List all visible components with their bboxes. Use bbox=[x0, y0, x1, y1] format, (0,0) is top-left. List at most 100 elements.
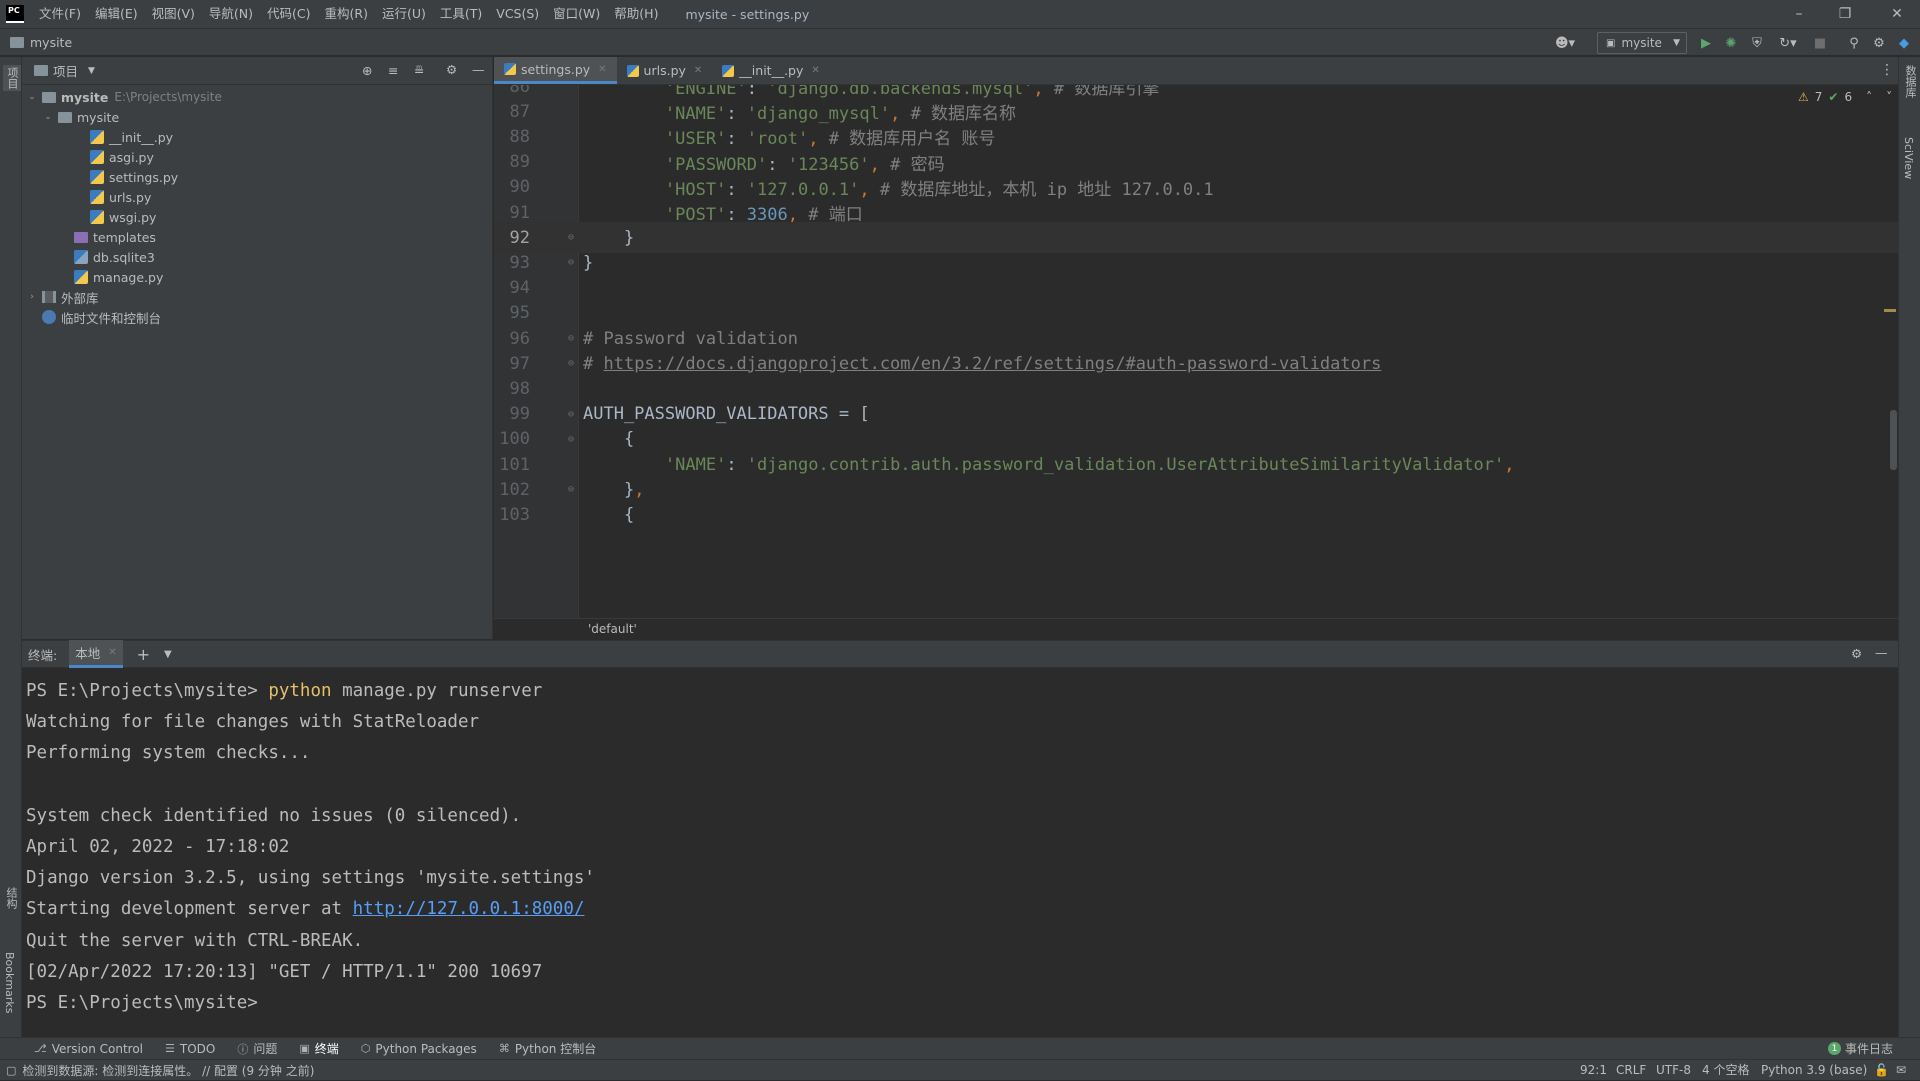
hide-icon[interactable]: — bbox=[1875, 645, 1888, 660]
menu-item[interactable]: 帮助(H) bbox=[607, 0, 665, 28]
python-interpreter[interactable]: Python 3.9 (base) bbox=[1761, 1060, 1867, 1081]
file-encoding[interactable]: UTF-8 bbox=[1656, 1060, 1691, 1081]
chevron-down-icon[interactable]: ▼ bbox=[164, 649, 172, 660]
profile-icon[interactable]: ↻▾ bbox=[1773, 34, 1803, 52]
tree-item[interactable]: settings.py bbox=[74, 167, 178, 187]
chevron-down-icon[interactable]: ▼ bbox=[88, 66, 95, 76]
warning-count: 7 bbox=[1814, 90, 1823, 104]
tool-window-button[interactable]: ⌘ Python 控制台 bbox=[499, 1040, 596, 1057]
previous-highlight-icon[interactable]: ˄ bbox=[1866, 90, 1872, 104]
fold-icon[interactable]: ⊖ bbox=[564, 484, 578, 495]
close-icon[interactable]: ✕ bbox=[108, 647, 116, 658]
close-icon[interactable]: ✕ bbox=[598, 64, 606, 75]
terminal-tab-local[interactable]: 本地 ✕ bbox=[69, 640, 123, 668]
gear-icon[interactable]: ⚙ bbox=[446, 62, 457, 77]
tool-window-button[interactable]: ⎇ Version Control bbox=[34, 1042, 143, 1056]
line-separator[interactable]: CRLF bbox=[1616, 1060, 1646, 1081]
tree-item[interactable]: ⌄ mysite bbox=[42, 107, 119, 127]
project-tool-button[interactable]: 项目 bbox=[3, 65, 21, 91]
locate-icon[interactable]: ⊕ bbox=[362, 63, 372, 78]
bookmarks-tool-button[interactable]: Bookmarks bbox=[3, 952, 16, 1013]
fold-icon[interactable]: ⊖ bbox=[564, 333, 578, 344]
tree-item[interactable]: templates bbox=[58, 227, 156, 247]
editor-breadcrumb[interactable]: 'default' bbox=[494, 618, 1898, 639]
inspection-widget[interactable]: ⚠ 7 ✔ 6 ˄ ˅ bbox=[1798, 90, 1892, 104]
user-icon[interactable]: ☻▾ bbox=[1551, 34, 1579, 52]
tool-window-button[interactable]: ⬡ Python Packages bbox=[361, 1042, 477, 1056]
menu-item[interactable]: 运行(U) bbox=[375, 0, 433, 28]
menu-item[interactable]: 导航(N) bbox=[202, 0, 260, 28]
search-icon[interactable]: ⚲ bbox=[1845, 34, 1863, 52]
layout-icon[interactable]: ▢ bbox=[6, 1064, 16, 1077]
url-link[interactable]: https://docs.djangoproject.com/en/3.2/re… bbox=[603, 354, 1381, 374]
menu-item[interactable]: 代码(C) bbox=[260, 0, 317, 28]
tree-item[interactable]: 临时文件和控制台 bbox=[26, 307, 161, 327]
tree-item[interactable]: wsgi.py bbox=[74, 207, 156, 227]
editor-scrollbar[interactable] bbox=[1890, 410, 1897, 470]
terminal-output[interactable]: PS E:\Projects\mysite> python manage.py … bbox=[22, 668, 1898, 1037]
fold-icon[interactable]: ⊖ bbox=[564, 358, 578, 369]
database-tool-button[interactable]: 数据库 bbox=[1902, 65, 1918, 98]
menu-item[interactable]: VCS(S) bbox=[489, 0, 546, 28]
tree-item[interactable]: __init__.py bbox=[74, 127, 173, 147]
python-config-icon: ▣ bbox=[1606, 37, 1616, 49]
tree-item[interactable]: db.sqlite3 bbox=[58, 247, 155, 267]
collapse-all-icon[interactable]: ≞ bbox=[414, 63, 424, 78]
editor-tab[interactable]: urls.py ✕ bbox=[617, 57, 713, 84]
close-icon[interactable]: ✕ bbox=[694, 65, 702, 76]
run-icon[interactable]: ▶ bbox=[1697, 34, 1715, 52]
tree-item[interactable]: manage.py bbox=[58, 267, 163, 287]
editor-tab[interactable]: settings.py ✕ bbox=[494, 57, 617, 84]
fold-icon[interactable]: ⊖ bbox=[564, 434, 578, 445]
menu-item[interactable]: 窗口(W) bbox=[546, 0, 607, 28]
menu-item[interactable]: 工具(T) bbox=[433, 0, 489, 28]
menu-item[interactable]: 文件(F) bbox=[32, 0, 88, 28]
gear-icon[interactable]: ⚙ bbox=[1851, 646, 1862, 661]
tree-item[interactable]: urls.py bbox=[74, 187, 151, 207]
tool-window-button[interactable]: ▣ 终端 bbox=[299, 1040, 338, 1057]
menu-item[interactable]: 视图(V) bbox=[145, 0, 202, 28]
debug-icon[interactable]: ✺ bbox=[1722, 34, 1740, 52]
stop-icon[interactable]: ■ bbox=[1811, 34, 1829, 52]
event-log-button[interactable]: 1 事件日志 bbox=[1828, 1040, 1893, 1057]
new-tab-icon[interactable]: + bbox=[137, 645, 150, 664]
more-tabs-icon[interactable]: ⋮ bbox=[1880, 62, 1894, 78]
gear-icon[interactable]: ⚙ bbox=[1870, 34, 1888, 52]
fold-icon[interactable]: ⊖ bbox=[564, 409, 578, 420]
fold-icon[interactable]: ⊖ bbox=[564, 257, 578, 268]
structure-tool-button[interactable]: 结构 bbox=[3, 887, 19, 909]
expand-all-icon[interactable]: ≡ bbox=[388, 63, 398, 78]
indent-setting[interactable]: 4 个空格 bbox=[1702, 1060, 1749, 1081]
notifications-icon[interactable]: ✉ bbox=[1896, 1060, 1906, 1081]
menu-item[interactable]: 编辑(E) bbox=[88, 0, 145, 28]
minimize-icon[interactable]: – bbox=[1776, 0, 1822, 28]
restore-icon[interactable]: ❐ bbox=[1822, 0, 1868, 28]
code-token: # Password validation bbox=[583, 328, 798, 349]
code-editor[interactable]: 86 'ENGINE': 'django.db.backends.mysql',… bbox=[494, 85, 1898, 638]
chevron-right-icon[interactable]: › bbox=[26, 292, 38, 302]
tree-item[interactable]: asgi.py bbox=[74, 147, 154, 167]
jetbrains-toolbox-icon[interactable]: ◆ bbox=[1895, 34, 1913, 52]
next-highlight-icon[interactable]: ˅ bbox=[1886, 90, 1892, 104]
fold-icon[interactable]: ⊖ bbox=[564, 232, 578, 243]
run-configuration-select[interactable]: ▣ mysite ▼ bbox=[1597, 32, 1687, 54]
chevron-down-icon[interactable]: ⌄ bbox=[42, 112, 54, 122]
status-message[interactable]: 检测到数据源: 检测到连接属性。 // 配置 (9 分钟 之前) bbox=[22, 1062, 314, 1079]
menu-item[interactable]: 重构(R) bbox=[318, 0, 375, 28]
tool-window-button[interactable]: ⓘ 问题 bbox=[237, 1040, 277, 1057]
close-icon[interactable]: ✕ bbox=[1874, 0, 1920, 28]
lock-icon[interactable]: 🔓 bbox=[1874, 1060, 1889, 1081]
editor-tab[interactable]: __init__.py ✕ bbox=[712, 57, 829, 84]
tree-item[interactable]: › 外部库 bbox=[26, 287, 98, 307]
tree-item[interactable]: ⌄ mysite E:\Projects\mysite bbox=[26, 87, 222, 107]
project-view-select[interactable]: 项目 bbox=[53, 61, 78, 80]
chevron-down-icon[interactable]: ⌄ bbox=[26, 92, 38, 102]
caret-position[interactable]: 92:1 bbox=[1580, 1060, 1607, 1081]
server-url-link[interactable]: http://127.0.0.1:8000/ bbox=[353, 899, 585, 919]
breadcrumb-project[interactable]: mysite bbox=[30, 35, 72, 50]
sciview-tool-button[interactable]: SciView bbox=[1902, 137, 1915, 179]
hide-icon[interactable]: — bbox=[472, 62, 485, 77]
coverage-icon[interactable]: ⛨ bbox=[1748, 34, 1766, 52]
tool-window-button[interactable]: ☰ TODO bbox=[165, 1042, 215, 1056]
close-icon[interactable]: ✕ bbox=[811, 65, 819, 76]
